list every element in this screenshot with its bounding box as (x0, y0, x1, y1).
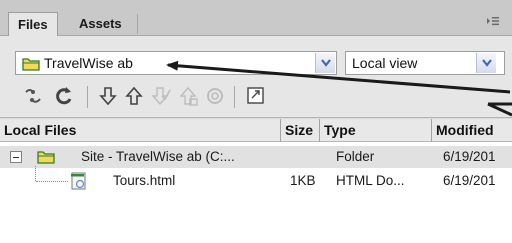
chevron-down-icon[interactable] (315, 53, 335, 73)
column-header-size[interactable]: Size (285, 119, 313, 142)
chevron-down-icon[interactable] (476, 53, 496, 73)
files-toolbar (0, 80, 512, 118)
file-type: HTML Do... (336, 173, 405, 188)
column-divider[interactable] (319, 119, 320, 142)
html-file-icon (70, 170, 88, 192)
connect-icon[interactable] (22, 84, 46, 108)
tab-assets[interactable]: Assets (70, 12, 131, 36)
column-header-type[interactable]: Type (324, 119, 356, 142)
folder-icon (22, 57, 40, 74)
table-row[interactable]: Tours.html 1KB HTML Do... 6/19/201 (0, 170, 512, 192)
file-type: Folder (336, 149, 375, 164)
tab-divider (137, 14, 138, 34)
synchronize-icon (203, 84, 227, 108)
put-up-arrow-icon[interactable] (122, 84, 146, 108)
column-divider[interactable] (280, 119, 281, 142)
view-dropdown[interactable]: Local view (345, 51, 505, 75)
file-modified: 6/19/201 (443, 149, 496, 164)
panel-tab-bar: Files Assets (0, 0, 512, 37)
get-down-arrow-icon[interactable] (96, 84, 120, 108)
file-name: Tours.html (113, 173, 176, 188)
file-size: 1KB (290, 173, 316, 188)
file-list-header: Local Files Size Type Modified (0, 119, 512, 142)
column-header-local-files[interactable]: Local Files (4, 119, 76, 142)
check-in-icon (176, 84, 200, 108)
site-dropdown[interactable]: TravelWise ab (15, 51, 337, 75)
view-dropdown-value: Local view (352, 55, 418, 71)
column-divider[interactable] (431, 119, 432, 142)
folder-icon (37, 146, 55, 168)
toolbar-separator (87, 86, 88, 108)
column-header-modified[interactable]: Modified (436, 119, 494, 142)
collapse-toggle-icon[interactable] (10, 151, 22, 163)
tab-files[interactable]: Files (8, 12, 58, 37)
expand-panel-icon[interactable] (244, 84, 268, 108)
files-panel: Files Assets TravelWise ab Local view Lo… (0, 0, 512, 243)
file-modified: 6/19/201 (443, 173, 496, 188)
refresh-icon[interactable] (52, 84, 76, 108)
file-name: Site - TravelWise ab (C:... (81, 149, 235, 164)
site-dropdown-value: TravelWise ab (44, 55, 133, 71)
toolbar-separator (234, 86, 235, 108)
check-out-icon (148, 84, 172, 108)
panel-options-menu-icon[interactable] (486, 15, 500, 29)
table-row[interactable]: Site - TravelWise ab (C:... Folder 6/19/… (0, 146, 512, 168)
